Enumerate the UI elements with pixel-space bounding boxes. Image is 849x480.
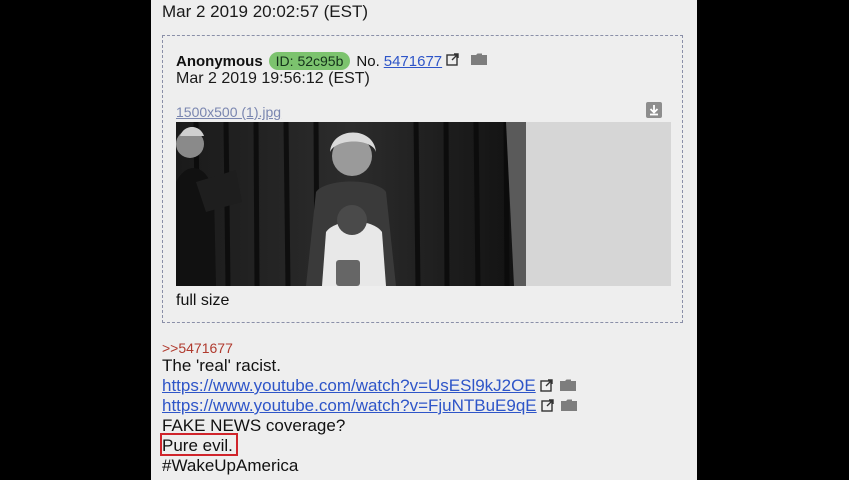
post-line-4: #WakeUpAmerica	[162, 456, 299, 475]
post-number-prefix: No.	[356, 52, 380, 70]
full-size-link[interactable]: full size	[176, 292, 229, 310]
youtube-link-1[interactable]: https://www.youtube.com/watch?v=UsESl9kJ…	[162, 376, 536, 395]
red-highlight-box	[160, 433, 238, 456]
youtube-link-2[interactable]: https://www.youtube.com/watch?v=FjuNTBuE…	[162, 396, 537, 415]
external-link-icon[interactable]	[540, 377, 554, 397]
post-image[interactable]	[176, 122, 671, 286]
post-date: Mar 2 2019 20:02:57 (EST)	[162, 2, 369, 21]
quote-reference-line: >>5471677	[162, 338, 233, 358]
external-link-icon[interactable]	[541, 397, 555, 417]
quoted-post-header: Anonymous ID: 52c95b No. 5471677	[176, 52, 488, 70]
poster-name: Anonymous	[176, 52, 263, 70]
folder-icon[interactable]	[470, 52, 488, 70]
post-line-1: The 'real' racist.	[162, 356, 281, 375]
post-number-link[interactable]: 5471677	[384, 53, 442, 70]
youtube-link-row-1: https://www.youtube.com/watch?v=UsESl9kJ…	[162, 376, 577, 397]
image-filename-link[interactable]: 1500x500 (1).jpg	[176, 104, 281, 120]
post-container: Mar 2 2019 20:02:57 (EST) Anonymous ID: …	[151, 0, 697, 480]
quote-reference-link[interactable]: >>5471677	[162, 340, 233, 356]
youtube-link-row-2: https://www.youtube.com/watch?v=FjuNTBuE…	[162, 396, 578, 417]
quoted-post: Anonymous ID: 52c95b No. 5471677 Mar 2 20…	[162, 35, 683, 323]
poster-id-badge[interactable]: ID: 52c95b	[268, 52, 351, 70]
quoted-post-date: Mar 2 2019 19:56:12 (EST)	[176, 70, 370, 87]
folder-icon[interactable]	[560, 397, 578, 417]
screen: Mar 2 2019 20:02:57 (EST) Anonymous ID: …	[0, 0, 849, 480]
external-link-icon[interactable]	[446, 52, 460, 70]
download-icon[interactable]	[646, 102, 662, 118]
post-line-3-wrapper: Pure evil.	[160, 433, 238, 456]
folder-icon[interactable]	[559, 377, 577, 397]
